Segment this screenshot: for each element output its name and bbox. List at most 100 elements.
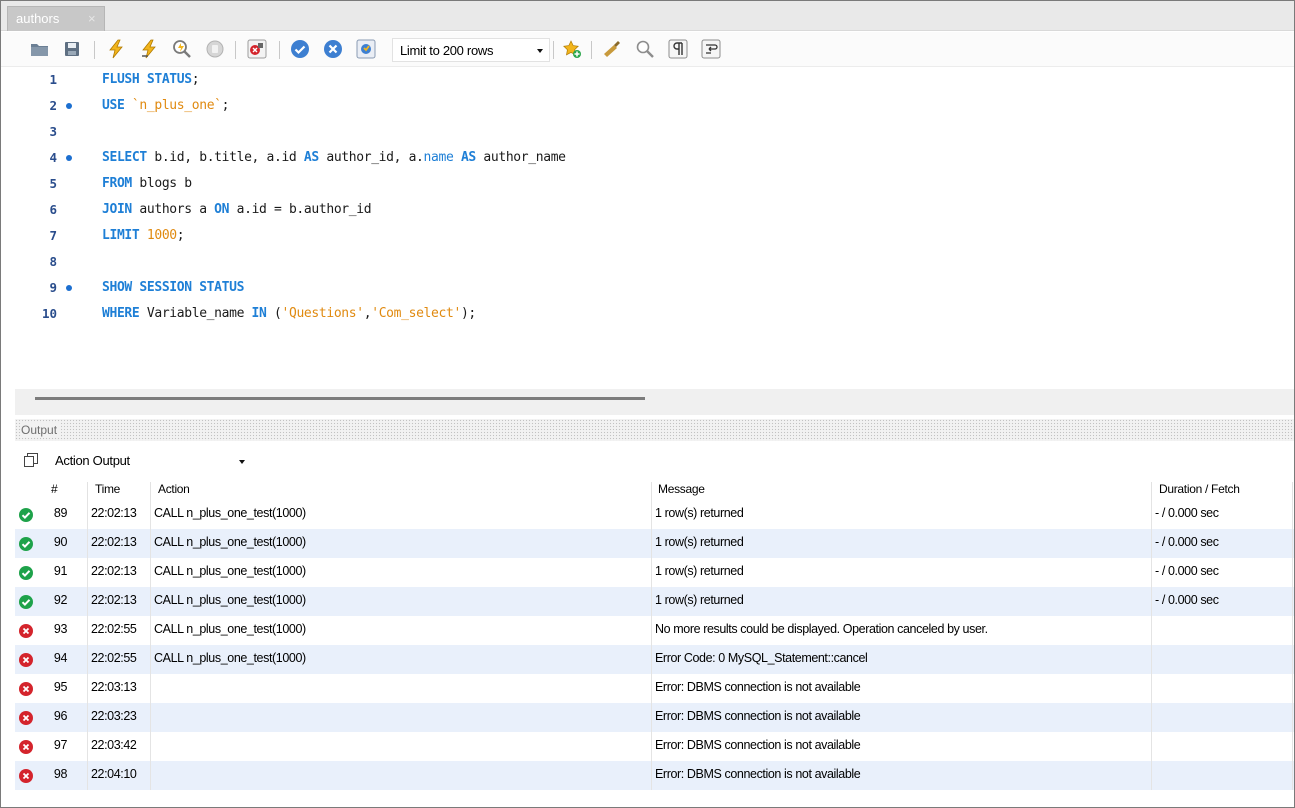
limit-rows-select[interactable]: Limit to 200 rows <box>392 38 550 62</box>
column-header-time[interactable]: Time <box>95 482 120 496</box>
code-line: 6 JOIN authors a ON a.id = b.author_id <box>15 197 1294 223</box>
row-number: 95 <box>53 680 68 694</box>
row-action: CALL n_plus_one_test(1000) <box>154 506 306 520</box>
column-header-num[interactable]: # <box>51 482 58 496</box>
add-snippet-icon[interactable] <box>561 38 583 60</box>
row-duration: - / 0.000 sec <box>1155 564 1219 578</box>
row-message: 1 row(s) returned <box>655 535 744 549</box>
row-duration: - / 0.000 sec <box>1155 535 1219 549</box>
row-time: 22:02:13 <box>91 535 137 549</box>
line-number: 5 <box>49 176 57 191</box>
tab-title: authors <box>16 11 60 26</box>
row-time: 22:04:10 <box>91 767 137 781</box>
close-icon[interactable]: × <box>88 11 96 26</box>
row-time: 22:03:42 <box>91 738 137 752</box>
execute-current-icon[interactable] <box>138 38 160 60</box>
statement-marker-icon <box>66 103 72 109</box>
row-number: 91 <box>53 564 68 578</box>
beautify-icon[interactable] <box>601 38 623 60</box>
row-action: CALL n_plus_one_test(1000) <box>154 564 306 578</box>
line-number: 2 <box>49 98 57 113</box>
row-message: Error: DBMS connection is not available <box>655 709 861 723</box>
row-message: 1 row(s) returned <box>655 593 744 607</box>
limit-rows-value: Limit to 200 rows <box>400 43 494 58</box>
table-row[interactable]: 89 22:02:13 CALL n_plus_one_test(1000) 1 ro… <box>15 500 1294 529</box>
row-number: 90 <box>53 535 68 549</box>
statement-marker-icon <box>66 285 72 291</box>
open-folder-icon[interactable] <box>29 38 51 60</box>
row-number: 98 <box>53 767 68 781</box>
sql-editor[interactable]: 1 FLUSH STATUS; 2 USE `n_plus_one`; 3 4 … <box>15 67 1294 389</box>
table-row[interactable]: 96 22:03:23 Error: DBMS connection is not … <box>15 703 1294 732</box>
row-action: CALL n_plus_one_test(1000) <box>154 593 306 607</box>
table-row[interactable]: 92 22:02:13 CALL n_plus_one_test(1000) 1 ro… <box>15 587 1294 616</box>
execute-icon[interactable] <box>105 38 127 60</box>
chevron-down-icon <box>239 460 245 464</box>
scrollbar-thumb[interactable] <box>35 397 645 400</box>
commit-icon[interactable] <box>289 38 311 60</box>
code-line: 10 WHERE Variable_name IN ('Questions','… <box>15 301 1294 327</box>
output-type-select[interactable]: Action Output <box>53 450 253 472</box>
find-icon[interactable] <box>634 38 656 60</box>
row-action: CALL n_plus_one_test(1000) <box>154 651 306 665</box>
code-line: 8 <box>15 249 1294 275</box>
row-time: 22:03:13 <box>91 680 137 694</box>
statement-marker-icon <box>66 155 72 161</box>
stop-icon[interactable] <box>204 38 226 60</box>
save-icon[interactable] <box>61 38 83 60</box>
copy-icon[interactable] <box>24 453 38 467</box>
row-message: No more results could be displayed. Oper… <box>655 622 988 636</box>
row-time: 22:02:13 <box>91 593 137 607</box>
output-type-value: Action Output <box>55 453 130 468</box>
explain-icon[interactable] <box>171 38 193 60</box>
table-row[interactable]: 98 22:04:10 Error: DBMS connection is not … <box>15 761 1294 790</box>
row-message: 1 row(s) returned <box>655 564 744 578</box>
wrap-icon[interactable] <box>700 38 722 60</box>
toggle-error-icon[interactable] <box>246 38 268 60</box>
editor-horizontal-scrollbar[interactable] <box>15 389 1294 415</box>
line-number: 9 <box>49 280 57 295</box>
table-header: # Time Action Message Duration / Fetch <box>15 479 1294 502</box>
column-header-message[interactable]: Message <box>658 482 705 496</box>
row-time: 22:02:13 <box>91 564 137 578</box>
column-header-duration[interactable]: Duration / Fetch <box>1159 482 1240 496</box>
line-number: 8 <box>49 254 57 269</box>
code-line: 3 <box>15 119 1294 145</box>
code-line: 2 USE `n_plus_one`; <box>15 93 1294 119</box>
table-row[interactable]: 94 22:02:55 CALL n_plus_one_test(1000) Erro… <box>15 645 1294 674</box>
autocommit-icon[interactable] <box>355 38 377 60</box>
row-message: Error: DBMS connection is not available <box>655 680 861 694</box>
code-line: 7 LIMIT 1000; <box>15 223 1294 249</box>
row-number: 96 <box>53 709 68 723</box>
row-message: 1 row(s) returned <box>655 506 744 520</box>
row-message: Error: DBMS connection is not available <box>655 738 861 752</box>
sql-editor-toolbar: Limit to 200 rows <box>1 32 1294 67</box>
row-action: CALL n_plus_one_test(1000) <box>154 535 306 549</box>
table-row[interactable]: 97 22:03:42 Error: DBMS connection is not … <box>15 732 1294 761</box>
row-number: 93 <box>53 622 68 636</box>
row-time: 22:02:55 <box>91 651 137 665</box>
line-number: 3 <box>49 124 57 139</box>
column-header-action[interactable]: Action <box>158 482 190 496</box>
table-row[interactable]: 93 22:02:55 CALL n_plus_one_test(1000) No m… <box>15 616 1294 645</box>
row-time: 22:02:55 <box>91 622 137 636</box>
code-line: 5 FROM blogs b <box>15 171 1294 197</box>
table-row[interactable]: 90 22:02:13 CALL n_plus_one_test(1000) 1 ro… <box>15 529 1294 558</box>
line-number: 6 <box>49 202 57 217</box>
code-line: 4 SELECT b.id, b.title, a.id AS author_i… <box>15 145 1294 171</box>
row-number: 89 <box>53 506 68 520</box>
line-number: 7 <box>49 228 57 243</box>
invisible-chars-icon[interactable] <box>667 38 689 60</box>
output-label: Output <box>21 423 62 437</box>
row-number: 94 <box>53 651 68 665</box>
row-action: CALL n_plus_one_test(1000) <box>154 622 306 636</box>
code-line: 1 FLUSH STATUS; <box>15 67 1294 93</box>
table-row[interactable]: 95 22:03:13 Error: DBMS connection is not … <box>15 674 1294 703</box>
rollback-icon[interactable] <box>322 38 344 60</box>
row-duration: - / 0.000 sec <box>1155 593 1219 607</box>
row-number: 97 <box>53 738 68 752</box>
chevron-down-icon <box>537 49 543 53</box>
table-row[interactable]: 91 22:02:13 CALL n_plus_one_test(1000) 1 ro… <box>15 558 1294 587</box>
tab-strip: authors × <box>1 1 1294 31</box>
tab-authors[interactable]: authors × <box>7 6 105 31</box>
